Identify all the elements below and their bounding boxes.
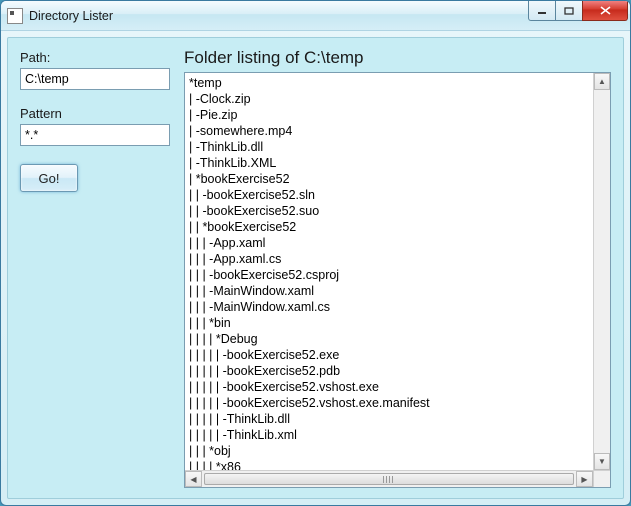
- titlebar[interactable]: Directory Lister: [1, 1, 630, 31]
- scroll-right-button[interactable]: ▶: [576, 471, 593, 487]
- client-area: Path: Pattern Go! Folder listing of C:\t…: [1, 31, 630, 505]
- results-panel: Folder listing of C:\temp *temp | -Clock…: [184, 48, 611, 488]
- maximize-button[interactable]: [555, 1, 583, 21]
- go-button[interactable]: Go!: [20, 164, 78, 192]
- scroll-up-button[interactable]: ▲: [594, 73, 610, 90]
- vertical-scrollbar[interactable]: ▲ ▼: [593, 73, 610, 470]
- controls-panel: Path: Pattern Go!: [20, 48, 170, 488]
- path-label: Path:: [20, 50, 170, 65]
- pattern-label: Pattern: [20, 106, 170, 121]
- listing-text[interactable]: *temp | -Clock.zip | -Pie.zip | -somewhe…: [185, 73, 593, 470]
- minimize-icon: [537, 7, 547, 15]
- grip-icon: [383, 476, 395, 483]
- listing-heading: Folder listing of C:\temp: [184, 48, 611, 68]
- hscroll-track[interactable]: [202, 471, 576, 487]
- scroll-left-button[interactable]: ◀: [185, 471, 202, 487]
- maximize-icon: [564, 7, 574, 15]
- pattern-input[interactable]: [20, 124, 170, 146]
- app-icon: [7, 8, 23, 24]
- content-panel: Path: Pattern Go! Folder listing of C:\t…: [7, 37, 624, 499]
- path-input[interactable]: [20, 68, 170, 90]
- listing-box: *temp | -Clock.zip | -Pie.zip | -somewhe…: [184, 72, 611, 488]
- window-controls: [529, 1, 628, 21]
- close-button[interactable]: [582, 1, 628, 21]
- hscroll-thumb[interactable]: [204, 473, 574, 485]
- horizontal-scrollbar[interactable]: ◀ ▶: [185, 470, 593, 487]
- scroll-corner: [593, 470, 610, 487]
- scroll-down-button[interactable]: ▼: [594, 453, 610, 470]
- close-icon: [600, 6, 611, 15]
- minimize-button[interactable]: [528, 1, 556, 21]
- app-window: Directory Lister Path: Pattern Go! F: [0, 0, 631, 506]
